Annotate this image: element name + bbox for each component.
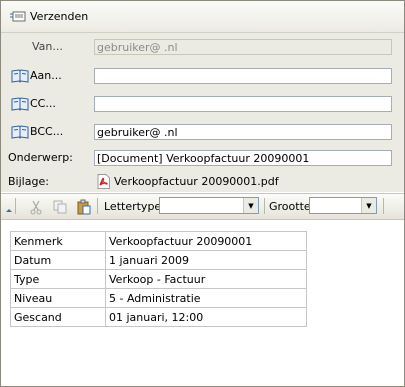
table-cell-value: 01 januari, 12:00 <box>105 307 307 327</box>
toolbar-grip-icon[interactable] <box>5 200 13 214</box>
table-cell-value: 5 - Administratie <box>105 288 307 308</box>
message-body-editor[interactable]: Kenmerk Verkoopfactuur 20090001 Datum 1 jan… <box>1 220 404 386</box>
to-label[interactable]: Aan... <box>30 67 62 85</box>
table-row: Kenmerk Verkoopfactuur 20090001 <box>10 231 307 251</box>
send-button[interactable]: Verzenden <box>6 7 92 26</box>
attachment-row: Bijlage: Verkoopfactuur 20090001.pdf <box>1 173 404 193</box>
address-book-icon[interactable] <box>11 69 29 83</box>
toolbar-separator <box>264 198 265 214</box>
table-row: Datum 1 januari 2009 <box>10 250 307 270</box>
from-row: Van... gebruiker@ .nl <box>1 38 404 58</box>
toolbar-separator <box>15 198 16 214</box>
bcc-field[interactable]: gebruiker@ .nl <box>94 124 392 140</box>
font-select[interactable]: ▼ <box>159 197 259 214</box>
table-cell-key: Kenmerk <box>10 231 106 251</box>
mail-compose-window: Verzenden Van... gebruiker@ .nl Aan... C… <box>0 0 405 387</box>
paste-button[interactable] <box>76 198 92 215</box>
message-header: Van... gebruiker@ .nl Aan... CC... BCC..… <box>1 33 404 192</box>
table-cell-key: Gescand <box>10 307 106 327</box>
attachment-label: Bijlage: <box>8 175 49 188</box>
font-label: Lettertype <box>104 200 162 213</box>
cut-icon <box>30 200 42 214</box>
send-icon <box>10 11 26 22</box>
table-row: Type Verkoop - Factuur <box>10 269 307 289</box>
table-cell-key: Niveau <box>10 288 106 308</box>
address-book-icon[interactable] <box>11 97 29 111</box>
top-toolbar: Verzenden <box>1 1 404 33</box>
copy-icon <box>53 200 67 213</box>
attachment-file-link[interactable]: Verkoopfactuur 20090001.pdf <box>114 174 279 190</box>
table-row: Gescand 01 januari, 12:00 <box>10 307 307 327</box>
from-label: Van... <box>32 40 63 53</box>
toolbar-separator <box>383 198 384 214</box>
bcc-label[interactable]: BCC... <box>30 123 63 141</box>
table-cell-key: Datum <box>10 250 106 270</box>
cc-row: CC... <box>1 95 404 115</box>
pdf-file-icon <box>97 174 110 189</box>
document-info-table: Kenmerk Verkoopfactuur 20090001 Datum 1 jan… <box>10 231 307 327</box>
table-row: Niveau 5 - Administratie <box>10 288 307 308</box>
subject-field[interactable]: [Document] Verkoopfactuur 20090001 <box>94 150 392 166</box>
table-cell-value: 1 januari 2009 <box>105 250 307 270</box>
editor-toolbar: Lettertype ▼ Grootte ▼ <box>1 193 404 220</box>
size-label: Grootte <box>269 200 311 213</box>
chevron-down-icon[interactable]: ▼ <box>243 198 258 213</box>
paste-icon <box>77 199 91 214</box>
copy-button[interactable] <box>52 198 68 215</box>
subject-label: Onderwerp: <box>8 151 73 164</box>
to-row: Aan... <box>1 67 404 87</box>
bcc-row: BCC... gebruiker@ .nl <box>1 123 404 143</box>
chevron-down-icon[interactable]: ▼ <box>361 198 376 213</box>
table-cell-value: Verkoop - Factuur <box>105 269 307 289</box>
table-cell-value: Verkoopfactuur 20090001 <box>105 231 307 251</box>
toolbar-separator <box>97 198 98 214</box>
size-select[interactable]: ▼ <box>309 197 377 214</box>
cc-label[interactable]: CC... <box>30 95 56 113</box>
subject-row: Onderwerp: [Document] Verkoopfactuur 200… <box>1 149 404 169</box>
to-field[interactable] <box>94 68 392 84</box>
cc-field[interactable] <box>94 96 392 112</box>
table-cell-key: Type <box>10 269 106 289</box>
cut-button[interactable] <box>28 198 44 215</box>
from-field: gebruiker@ .nl <box>94 39 392 55</box>
send-button-label: Verzenden <box>30 10 89 23</box>
address-book-icon[interactable] <box>11 125 29 139</box>
